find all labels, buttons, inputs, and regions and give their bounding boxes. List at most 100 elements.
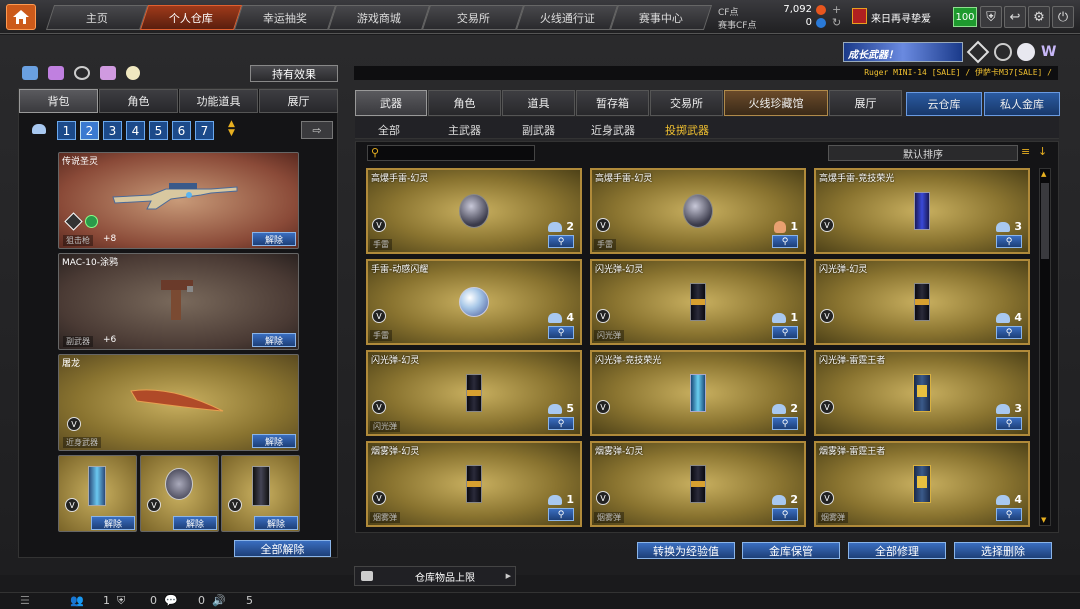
- subcat-secondary[interactable]: 副武器: [522, 122, 555, 138]
- inventory-item-card[interactable]: 烟雾弹-幻灵 V 烟雾弹 2 ⚲: [590, 441, 806, 527]
- inspect-button[interactable]: ⚲: [772, 235, 798, 248]
- scrollbar[interactable]: ▲ ▼: [1039, 168, 1051, 526]
- release-button[interactable]: 解除: [254, 516, 298, 530]
- inspect-button[interactable]: ⚲: [996, 508, 1022, 521]
- equipped-card-2[interactable]: MAC-10-涂鸦 副武器 +6 解除: [58, 253, 299, 350]
- cloud-storage-tab[interactable]: 云仓库: [906, 92, 982, 116]
- subcat-primary[interactable]: 主武器: [448, 122, 481, 138]
- scroll-up-icon[interactable]: ▲: [1041, 170, 1049, 178]
- shield-icon[interactable]: ⛨: [980, 6, 1002, 28]
- home-button[interactable]: [6, 4, 36, 30]
- badge-icon[interactable]: [1017, 43, 1035, 61]
- inventory-item-card[interactable]: 高爆手雷-幻灵 V 手雷 1 ⚲: [590, 168, 806, 254]
- inventory-item-card[interactable]: 高爆手雷-幻灵 V 手雷 2 ⚲: [366, 168, 582, 254]
- nav-tab-events[interactable]: 赛事中心: [609, 5, 713, 30]
- left-tab-bag[interactable]: 背包: [19, 89, 98, 113]
- right-tab-items[interactable]: 道具: [502, 90, 575, 116]
- right-tab-weapons[interactable]: 武器: [355, 90, 427, 116]
- sort-dropdown[interactable]: 默认排序: [828, 145, 1018, 161]
- release-button[interactable]: 解除: [252, 333, 296, 347]
- chat-icon[interactable]: 💬: [164, 594, 178, 607]
- inspect-button[interactable]: ⚲: [772, 417, 798, 430]
- inspect-button[interactable]: ⚲: [548, 417, 574, 430]
- inventory-cap-dropdown[interactable]: 仓库物品上限 ▶: [354, 566, 516, 586]
- release-button[interactable]: 解除: [91, 516, 135, 530]
- page-button[interactable]: 7: [195, 121, 214, 140]
- return-icon[interactable]: ↩: [1004, 6, 1026, 28]
- release-button[interactable]: 解除: [252, 232, 296, 246]
- subcat-throwable[interactable]: 投掷武器: [665, 122, 709, 138]
- right-tab-exchange[interactable]: 交易所: [650, 90, 723, 116]
- subcat-all[interactable]: 全部: [378, 122, 400, 138]
- vault-store-button[interactable]: 金库保管: [742, 542, 840, 559]
- page-button[interactable]: 5: [149, 121, 168, 140]
- spray-icon[interactable]: [100, 66, 116, 80]
- inventory-item-card[interactable]: 闪光弹-幻灵 V 闪光弹 1 ⚲: [590, 259, 806, 345]
- repair-all-button[interactable]: 全部修理: [848, 542, 946, 559]
- nav-tab-shop[interactable]: 游戏商城: [327, 5, 431, 30]
- right-tab-gallery[interactable]: 展厅: [829, 90, 902, 116]
- left-tab-tools[interactable]: 功能道具: [179, 89, 258, 113]
- volume-icon[interactable]: 🔊: [212, 594, 226, 607]
- inventory-item-card[interactable]: 高爆手雷-竞技荣光 V 3 ⚲: [814, 168, 1030, 254]
- toggle-off-icon[interactable]: [22, 66, 38, 80]
- level-badge[interactable]: 100: [953, 7, 977, 27]
- release-button[interactable]: 解除: [252, 434, 296, 448]
- right-tab-collection[interactable]: 火线珍藏馆: [724, 90, 828, 116]
- subcat-melee[interactable]: 近身武器: [591, 122, 635, 138]
- equipped-card-3[interactable]: 屠龙 V 近身武器 解除: [58, 354, 299, 451]
- left-tab-gallery[interactable]: 展厅: [259, 89, 338, 113]
- release-button[interactable]: 解除: [173, 516, 217, 530]
- select-delete-button[interactable]: 选择删除: [954, 542, 1052, 559]
- effects-button[interactable]: 持有效果: [250, 65, 338, 82]
- gear-icon[interactable]: ⚙: [1028, 6, 1050, 28]
- inventory-item-card[interactable]: 闪光弹-竞技荣光 V 2 ⚲: [590, 350, 806, 436]
- inspect-button[interactable]: ⚲: [772, 508, 798, 521]
- sort-direction-icon[interactable]: ↓: [1038, 145, 1052, 161]
- release-all-button[interactable]: 全部解除: [234, 540, 331, 557]
- ranking-icon[interactable]: [48, 66, 64, 80]
- nav-tab-inventory[interactable]: 个人仓库: [139, 5, 243, 30]
- w-logo-icon[interactable]: W: [1041, 44, 1056, 60]
- shield-status-icon[interactable]: ⛨: [117, 594, 125, 608]
- page-button[interactable]: 4: [126, 121, 145, 140]
- nav-tab-lottery[interactable]: 幸运抽奖: [233, 5, 337, 30]
- page-button[interactable]: 6: [172, 121, 191, 140]
- page-button[interactable]: 1: [57, 121, 76, 140]
- page-button[interactable]: 2: [80, 121, 99, 140]
- transfer-icon[interactable]: ⇨: [301, 121, 333, 139]
- scroll-down-icon[interactable]: ▼: [1041, 516, 1049, 524]
- small-slot-3[interactable]: V 解除: [221, 455, 300, 532]
- small-slot-1[interactable]: V 解除: [58, 455, 137, 532]
- page-button[interactable]: 3: [103, 121, 122, 140]
- inventory-item-card[interactable]: 闪光弹-雷霆王者 V 3 ⚲: [814, 350, 1030, 436]
- power-icon[interactable]: ⏻: [1052, 6, 1074, 28]
- refresh-icon[interactable]: ↻: [832, 16, 841, 29]
- convert-exp-button[interactable]: 转换为经验值: [637, 542, 735, 559]
- inventory-item-card[interactable]: 烟雾弹-雷霆王者 V 烟雾弹 4 ⚲: [814, 441, 1030, 527]
- small-slot-2[interactable]: V 解除: [140, 455, 219, 532]
- inspect-button[interactable]: ⚲: [548, 326, 574, 339]
- inspect-button[interactable]: ⚲: [548, 508, 574, 521]
- menu-icon[interactable]: ☰: [20, 594, 30, 607]
- view-icon[interactable]: [74, 66, 90, 80]
- growth-weapon-banner[interactable]: 成长武器！: [843, 42, 963, 62]
- inspect-button[interactable]: ⚲: [996, 417, 1022, 430]
- inventory-item-card[interactable]: 烟雾弹-幻灵 V 烟雾弹 1 ⚲: [366, 441, 582, 527]
- right-tab-storage[interactable]: 暂存箱: [576, 90, 649, 116]
- inventory-item-card[interactable]: 闪光弹-幻灵 V 4 ⚲: [814, 259, 1030, 345]
- list-view-icon[interactable]: ≡: [1021, 145, 1035, 161]
- search-input[interactable]: ⚲: [367, 145, 535, 161]
- scroll-thumb[interactable]: [1041, 183, 1049, 259]
- pet-icon[interactable]: [126, 66, 140, 80]
- add-cf-icon[interactable]: +: [832, 3, 841, 16]
- equipped-card-1[interactable]: 传说圣灵 狙击枪 +8 解除: [58, 152, 299, 249]
- left-tab-character[interactable]: 角色: [99, 89, 178, 113]
- right-tab-character[interactable]: 角色: [428, 90, 501, 116]
- globe-icon[interactable]: [994, 43, 1012, 61]
- inventory-item-card[interactable]: 手雷-动感闪耀 V 手雷 4 ⚲: [366, 259, 582, 345]
- friends-icon[interactable]: 👥: [70, 594, 84, 607]
- nav-tab-exchange[interactable]: 交易所: [421, 5, 525, 30]
- inspect-button[interactable]: ⚲: [996, 326, 1022, 339]
- nav-tab-battlepass[interactable]: 火线通行证: [515, 5, 619, 30]
